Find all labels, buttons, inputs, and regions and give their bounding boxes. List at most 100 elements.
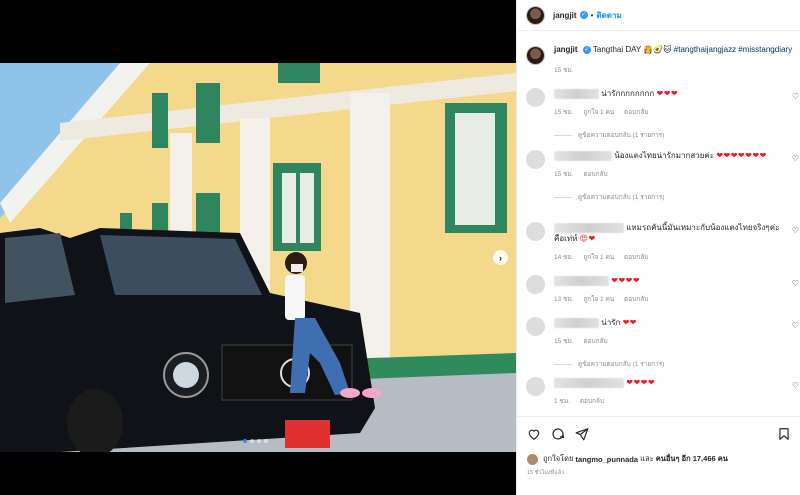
share-icon[interactable] [575, 427, 589, 441]
view-replies-label[interactable]: ดูข้อความตอบกลับ (1 รายการ) [578, 359, 664, 370]
comment-meta: 15 ชม. ตอบกลับ [554, 336, 786, 347]
avatar[interactable] [526, 5, 545, 25]
carousel-dot [264, 439, 268, 443]
username[interactable]: jangjit [553, 11, 577, 20]
comment-meta: 1 ชม. ตอบกลับ [554, 396, 786, 407]
blurred-username [554, 275, 609, 286]
blurred-username [554, 317, 599, 328]
comment-time: 13 ชม. [554, 296, 574, 303]
post-panel: jangjit ✓ • ติดตาม jangjit ✓ Tangthai DA… [516, 0, 800, 495]
comment-hearts: ❤❤❤ [656, 89, 679, 98]
comment-body: น้องแตงไทยน่ารักมากสวยค่ะ ❤❤❤❤❤❤❤ 15 ชม.… [554, 150, 786, 203]
view-replies[interactable]: ดูข้อความตอบกลับ (1 รายการ) [554, 130, 786, 141]
caption-text: jangjit ✓ Tangthai DAY 👸🥑🐱 #tangthaijang… [554, 44, 796, 55]
comment-item: ❤❤❤❤ 1 ชม. ตอบกลับ ♡ [526, 377, 800, 407]
avatar[interactable] [526, 222, 545, 241]
chevron-right-icon[interactable]: › [493, 250, 508, 265]
heart-icon[interactable]: ♡ [792, 321, 799, 330]
comment-icon[interactable] [551, 427, 565, 441]
heart-icon[interactable]: ♡ [792, 279, 799, 288]
blurred-username [554, 150, 612, 161]
blurred-username [554, 222, 624, 233]
follow-button[interactable]: ติดตาม [596, 9, 621, 22]
avatar[interactable] [527, 453, 538, 465]
comment-meta: 15 ชม. ถูกใจ 1 คน ตอบกลับ [554, 107, 786, 118]
liked-by-and: และ [640, 454, 654, 463]
heart-icon[interactable]: ♡ [792, 381, 799, 390]
comment-time: 15 ชม. [554, 171, 574, 178]
comment-likes[interactable]: ถูกใจ 1 คน [583, 254, 614, 261]
reply-button[interactable]: ตอบกลับ [583, 338, 607, 345]
comment-body: แหมรถคันนี้มันเหมาะกับน้องแตงไทยจริงๆค่ะ… [554, 222, 786, 263]
post-media: › [0, 0, 516, 495]
comment-hearts: ❤❤❤❤ [611, 276, 641, 285]
blurred-username [554, 88, 599, 99]
view-replies[interactable]: ดูข้อความตอบกลับ (1 รายการ) [554, 359, 786, 370]
comment-meta: 14 ชม. ถูกใจ 1 คน ตอบกลับ [554, 252, 786, 263]
posted-time: 15 ชั่วโมงที่แล้ว [527, 470, 565, 476]
avatar[interactable] [526, 377, 545, 396]
comment-body: น่ารัก ❤❤ 15 ชม. ตอบกลับ ดูข้อความตอบกลั… [554, 317, 786, 370]
comment-time: 1 ชม. [554, 398, 570, 405]
reply-button[interactable]: ตอบกลับ [624, 254, 648, 261]
comment-body: ❤❤❤❤ 13 ชม. ถูกใจ 1 คน ตอบกลับ [554, 275, 786, 305]
comment-text: น้องแตงไทยน่ารักมากสวยค่ะ [614, 151, 715, 160]
heart-icon[interactable]: ♡ [792, 154, 799, 163]
comment-hearts: 😍❤ [579, 234, 596, 243]
avatar[interactable] [526, 46, 545, 65]
verified-badge-icon: ✓ [579, 11, 588, 19]
reply-button[interactable]: ตอบกลับ [624, 296, 648, 303]
comment-text: น่ารัก [601, 318, 621, 327]
post-photo [0, 63, 516, 452]
view-replies-label[interactable]: ดูข้อความตอบกลับ (1 รายการ) [578, 130, 664, 141]
comment-likes[interactable]: ถูกใจ 1 คน [583, 296, 614, 303]
blurred-username [554, 377, 624, 388]
carousel-dot-active [243, 439, 247, 443]
reply-button[interactable]: ตอบกลับ [580, 398, 604, 405]
comment-body: น่ารักกกกกกกก ❤❤❤ 15 ชม. ถูกใจ 1 คน ตอบก… [554, 88, 786, 141]
caption-emoji: 👸🥑🐱 [643, 45, 672, 54]
avatar[interactable] [526, 275, 545, 294]
comment-item: น่ารักกกกกกกก ❤❤❤ 15 ชม. ถูกใจ 1 คน ตอบก… [526, 88, 800, 141]
liked-by-user[interactable]: tangmo_punnada [576, 455, 639, 464]
caption-username[interactable]: jangjit [554, 45, 578, 54]
comment-text: น่ารักกกกกกกก [601, 89, 655, 98]
reply-button[interactable]: ตอบกลับ [583, 171, 607, 178]
divider [554, 197, 572, 198]
heart-icon[interactable]: ♡ [792, 226, 799, 235]
comment-hearts: ❤❤ [622, 318, 637, 327]
comment-hearts: ❤❤❤❤ [626, 378, 656, 387]
reply-button[interactable]: ตอบกลับ [624, 109, 648, 116]
liked-by-others[interactable]: คนอื่นๆ อีก 17,466 คน [656, 453, 728, 465]
verified-badge-icon: ✓ [582, 45, 591, 54]
divider [554, 135, 572, 136]
comment-likes[interactable]: ถูกใจ 1 คน [583, 109, 614, 116]
carousel-dots [243, 439, 268, 443]
comment-item: แหมรถคันนี้มันเหมาะกับน้องแตงไทยจริงๆค่ะ… [526, 222, 800, 263]
comment-time: 14 ชม. [554, 254, 574, 261]
view-replies-label[interactable]: ดูข้อความตอบกลับ (1 รายการ) [578, 192, 664, 203]
caption-hashtags[interactable]: #tangthaijangjazz #misstangdiary [674, 45, 792, 54]
heart-icon[interactable] [527, 427, 541, 441]
avatar[interactable] [526, 88, 545, 107]
comment-body: ❤❤❤❤ 1 ชม. ตอบกลับ [554, 377, 786, 407]
caption: jangjit ✓ Tangthai DAY 👸🥑🐱 #tangthaijang… [526, 44, 796, 75]
view-replies[interactable]: ดูข้อความตอบกลับ (1 รายการ) [554, 192, 786, 203]
avatar[interactable] [526, 317, 545, 336]
comment-item: ❤❤❤❤ 13 ชม. ถูกใจ 1 คน ตอบกลับ ♡ [526, 275, 800, 305]
avatar[interactable] [526, 150, 545, 169]
heart-icon[interactable]: ♡ [792, 92, 799, 101]
bookmark-icon[interactable] [777, 427, 791, 441]
comment-hearts: ❤❤❤❤❤❤❤ [716, 151, 767, 160]
caption-time: 15 ชม. [554, 67, 574, 74]
comment-meta: 15 ชม. ตอบกลับ [554, 169, 786, 180]
liked-by-prefix: ถูกใจโดย [543, 454, 574, 463]
caption-body: Tangthai DAY [592, 45, 642, 54]
post-header: jangjit ✓ • ติดตาม [517, 0, 800, 31]
carousel-dot [250, 439, 254, 443]
action-bar [527, 427, 791, 441]
post-actions: ถูกใจโดย tangmo_punnada และ คนอื่นๆ อีก … [517, 416, 800, 495]
comment-item: น่ารัก ❤❤ 15 ชม. ตอบกลับ ดูข้อความตอบกลั… [526, 317, 800, 370]
comment-item: น้องแตงไทยน่ารักมากสวยค่ะ ❤❤❤❤❤❤❤ 15 ชม.… [526, 150, 800, 203]
comment-time: 15 ชม. [554, 338, 574, 345]
